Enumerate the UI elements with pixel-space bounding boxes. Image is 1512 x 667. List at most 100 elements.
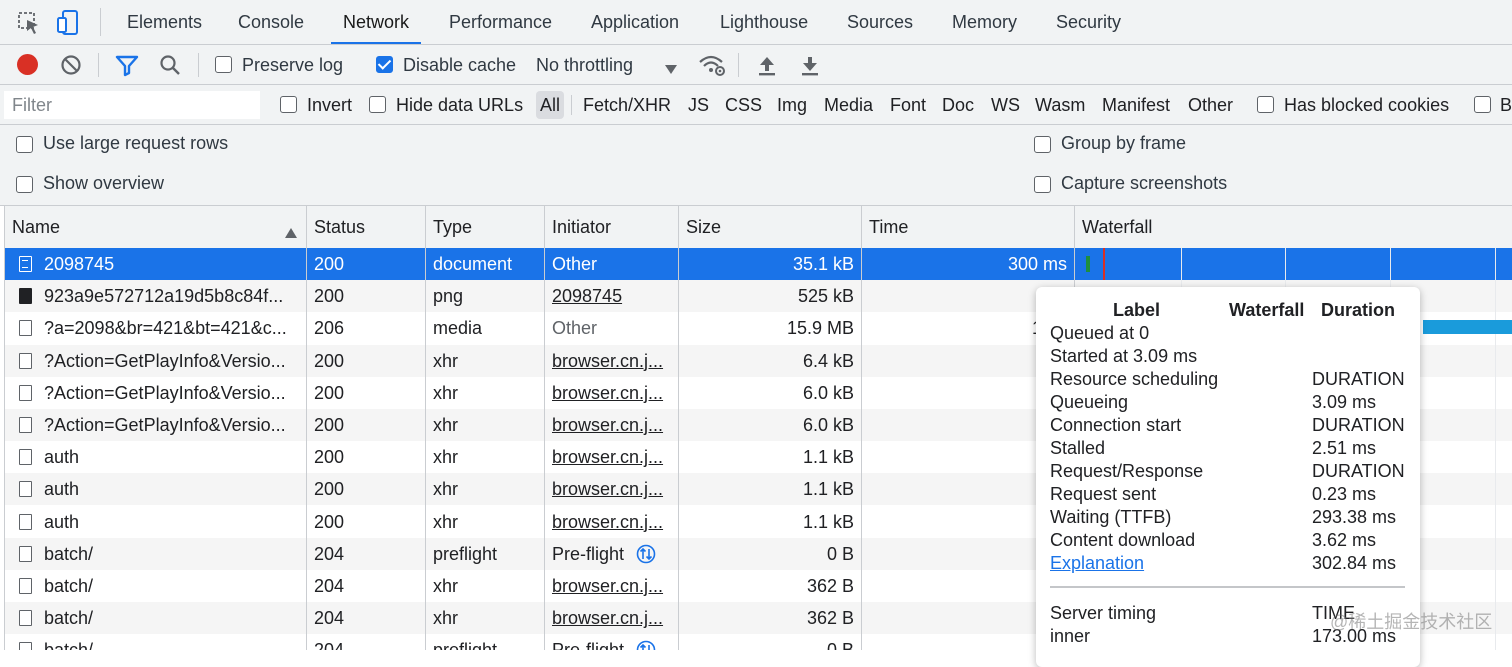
preflight-arrows-icon[interactable] (636, 544, 656, 569)
cell-name[interactable]: auth (37, 506, 303, 538)
type-filter-js[interactable]: JS (688, 85, 709, 125)
type-filter-img[interactable]: Img (777, 85, 807, 125)
timing-value: 2.51 ms (1312, 438, 1377, 458)
type-filter-font[interactable]: Font (890, 85, 926, 125)
show-overview-checkbox[interactable] (16, 176, 33, 193)
cell-size: 6.0 kB (802, 415, 854, 435)
waterfall-bar-media (1423, 320, 1512, 334)
large-rows-checkbox[interactable] (16, 136, 33, 153)
column-header-name[interactable]: Name (5, 206, 306, 248)
type-filter-ws[interactable]: WS (991, 85, 1020, 125)
blocked-cookies-checkbox[interactable] (1257, 96, 1274, 113)
cell-size: 362 B (806, 608, 854, 629)
cell-initiator[interactable]: 2098745 (545, 280, 678, 312)
explanation-link[interactable]: Explanation (1050, 553, 1144, 574)
cell-initiator: Pre-flight (545, 634, 678, 650)
type-filter-all[interactable]: All (536, 91, 565, 119)
blocked-requests-label: B (1500, 95, 1512, 115)
cell-name[interactable]: auth (37, 441, 303, 473)
column-header-time[interactable]: Time (862, 206, 908, 248)
tab-lighthouse[interactable]: Lighthouse (720, 0, 808, 44)
tab-application[interactable]: Application (591, 0, 679, 44)
hide-data-urls-checkbox[interactable] (369, 96, 386, 113)
preflight-arrows-icon[interactable] (636, 640, 656, 650)
column-header-type[interactable]: Type (426, 206, 472, 248)
preserve-log-checkbox[interactable] (215, 56, 232, 73)
type-filter-fetch-xhr[interactable]: Fetch/XHR (583, 85, 671, 125)
cell-size: 0 B (679, 634, 861, 650)
tab-performance[interactable]: Performance (449, 0, 552, 44)
type-filter-wasm[interactable]: Wasm (1035, 85, 1085, 125)
cell-name[interactable]: batch/ (37, 602, 303, 634)
type-filter-css[interactable]: CSS (725, 85, 762, 125)
cell-initiator[interactable]: browser.cn.j... (545, 473, 678, 505)
column-divider[interactable] (678, 206, 679, 650)
capture-screenshots-checkbox[interactable] (1034, 176, 1051, 193)
column-header-initiator[interactable]: Initiator (545, 206, 611, 248)
cell-name[interactable]: ?a=2098&br=421&bt=421&c... (37, 312, 303, 344)
type-filter-manifest[interactable]: Manifest (1102, 85, 1170, 125)
disable-cache-checkbox[interactable] (376, 56, 393, 73)
file-icon (19, 642, 32, 650)
type-filter-other[interactable]: Other (1188, 85, 1233, 125)
cell-name[interactable]: auth (37, 473, 303, 505)
device-toolbar-icon[interactable] (54, 8, 84, 38)
record-icon[interactable] (17, 54, 38, 75)
cell-type: media (433, 318, 483, 339)
cell-initiator[interactable]: browser.cn.j... (545, 409, 678, 441)
tab-sources[interactable]: Sources (847, 0, 913, 44)
column-header-status[interactable]: Status (307, 206, 365, 248)
tab-memory[interactable]: Memory (952, 0, 1017, 44)
invert-checkbox[interactable] (280, 96, 297, 113)
column-header-size[interactable]: Size (679, 206, 721, 248)
column-header-waterfall[interactable]: Waterfall (1075, 206, 1152, 248)
cell-initiator[interactable]: browser.cn.j... (545, 345, 678, 377)
tab-security[interactable]: Security (1056, 0, 1121, 44)
cell-initiator[interactable]: browser.cn.j... (545, 506, 678, 538)
cell-time: 300 ms (1007, 254, 1067, 274)
network-conditions-icon[interactable] (698, 53, 726, 82)
cell-name[interactable]: ?Action=GetPlayInfo&Versio... (37, 377, 303, 409)
throttling-select[interactable]: No throttling (536, 45, 633, 85)
cell-initiator[interactable]: browser.cn.j... (545, 441, 678, 473)
cell-status: 200 (314, 479, 345, 500)
divider (98, 53, 99, 77)
filter-icon[interactable] (114, 53, 140, 82)
tab-network[interactable]: Network (330, 0, 422, 44)
export-har-icon[interactable] (799, 54, 821, 81)
tab-console[interactable]: Console (238, 0, 304, 44)
sort-ascending-icon (285, 222, 297, 243)
inspect-element-icon[interactable] (14, 8, 44, 38)
dropdown-arrow-icon[interactable] (665, 59, 677, 80)
clear-icon[interactable] (60, 54, 82, 81)
cell-initiator[interactable]: browser.cn.j... (545, 602, 678, 634)
type-filter-doc[interactable]: Doc (942, 85, 974, 125)
cell-initiator[interactable]: browser.cn.j... (545, 570, 678, 602)
column-divider[interactable] (861, 206, 862, 650)
column-divider[interactable] (306, 206, 307, 650)
blocked-requests-checkbox[interactable] (1474, 96, 1491, 113)
cell-name[interactable]: 923a9e572712a19d5b8c84f... (37, 280, 303, 312)
group-by-frame-checkbox[interactable] (1034, 136, 1051, 153)
file-icon (19, 320, 32, 337)
column-divider[interactable] (425, 206, 426, 650)
cell-name[interactable]: batch/ (37, 570, 303, 602)
timing-label: Waiting (TTFB) (1050, 507, 1172, 527)
cell-name[interactable]: 2098745 (37, 248, 303, 280)
search-icon[interactable] (158, 53, 182, 82)
type-filter-media[interactable]: Media (824, 85, 873, 125)
cell-type: xhr (433, 511, 459, 532)
cell-name[interactable]: ?Action=GetPlayInfo&Versio... (37, 409, 303, 441)
show-overview-label: Show overview (43, 173, 165, 193)
timing-label: Resource scheduling (1050, 369, 1219, 389)
filter-input[interactable] (4, 91, 260, 119)
cell-name[interactable]: batch/ (37, 538, 303, 570)
column-divider[interactable] (544, 206, 545, 650)
cell-name[interactable]: batch/ (37, 634, 303, 650)
tab-elements[interactable]: Elements (127, 0, 202, 44)
cell-size: 6.4 kB (802, 350, 854, 371)
cell-name[interactable]: ?Action=GetPlayInfo&Versio... (37, 345, 303, 377)
cell-initiator[interactable]: browser.cn.j... (545, 377, 678, 409)
cell-initiator: Other (552, 318, 598, 339)
import-har-icon[interactable] (756, 54, 778, 81)
